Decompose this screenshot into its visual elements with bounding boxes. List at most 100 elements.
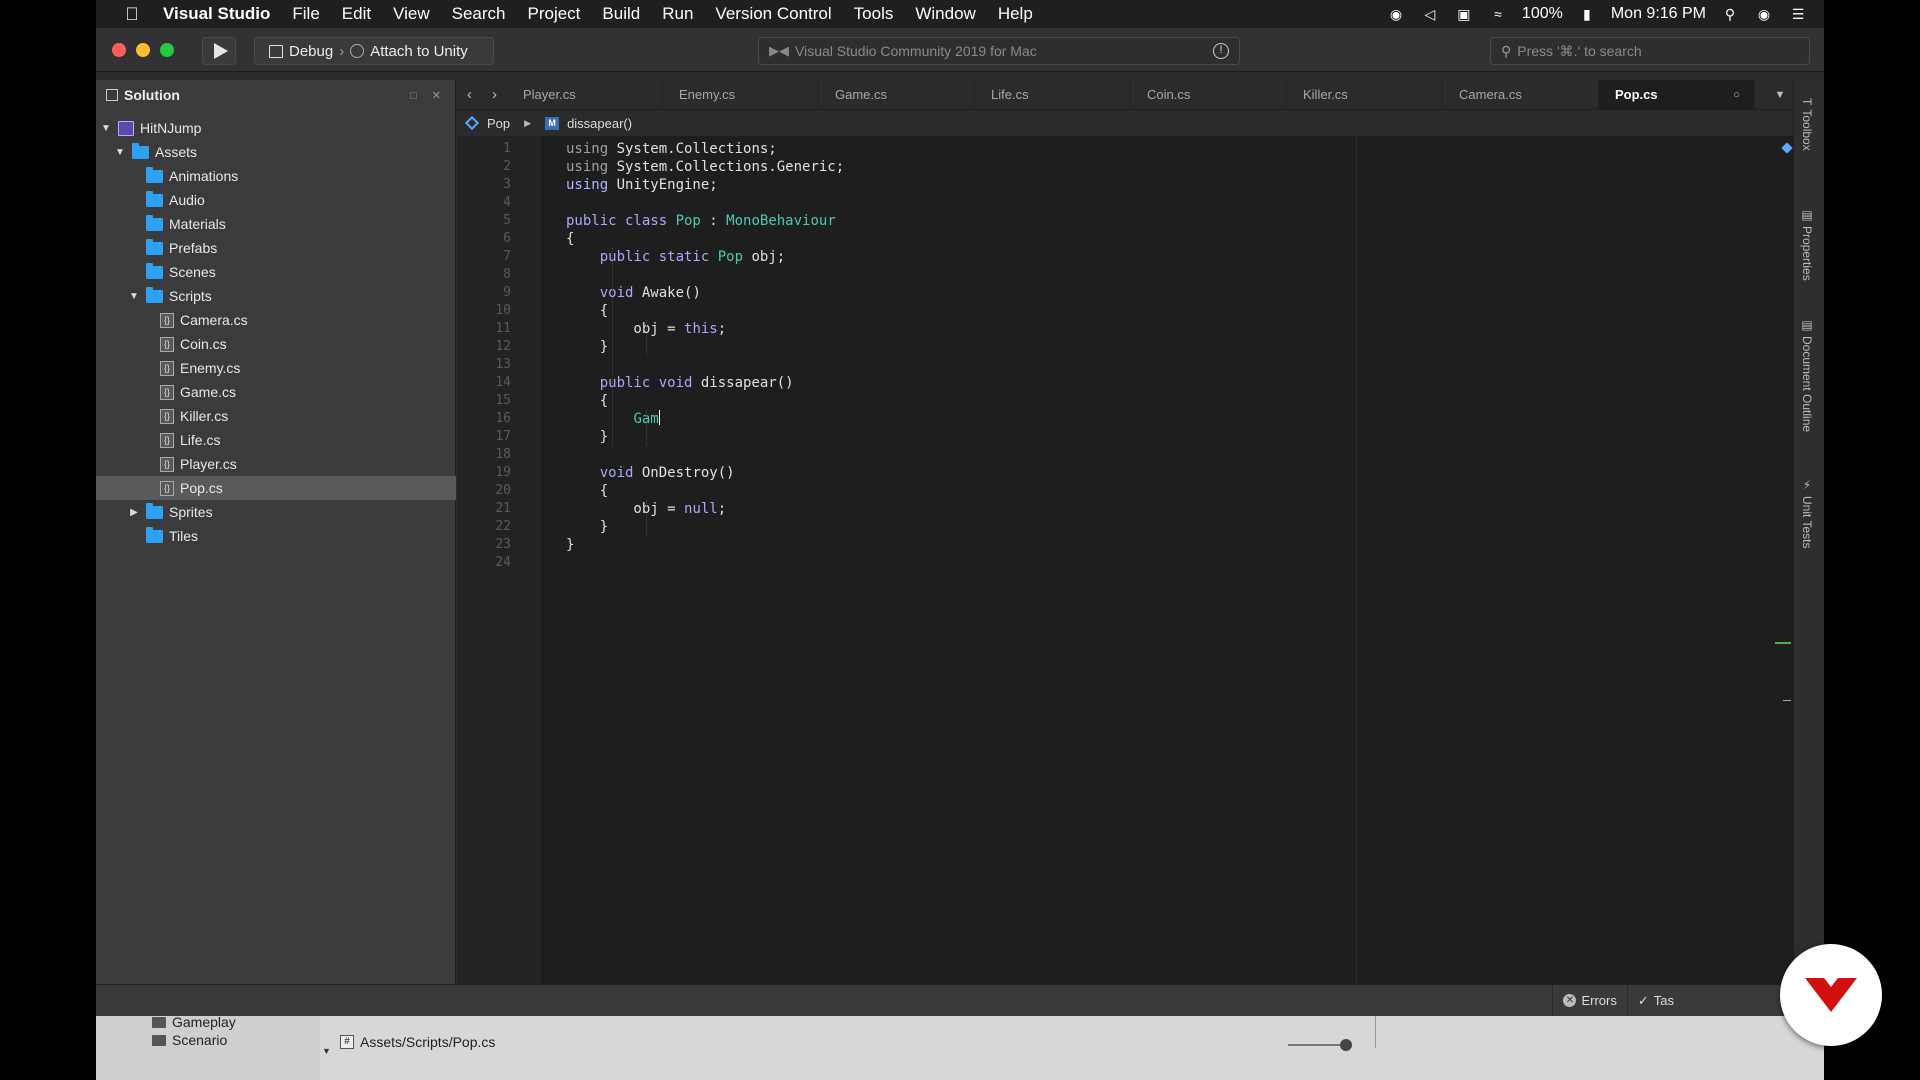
- chevron-down-icon[interactable]: ▼: [322, 1046, 331, 1056]
- apple-icon[interactable]: : [112, 4, 152, 25]
- pad-controls[interactable]: □ ✕: [410, 89, 447, 102]
- breadcrumb-member[interactable]: dissapear(): [567, 116, 632, 131]
- tree-row-assets[interactable]: ▼ Assets: [96, 140, 456, 164]
- menu-search[interactable]: Search: [441, 4, 517, 24]
- chevron-right-icon[interactable]: ›: [482, 86, 507, 103]
- document-outline-tab[interactable]: ▤ Document Outline: [1800, 318, 1814, 432]
- chevron-left-icon[interactable]: ‹: [457, 86, 482, 103]
- code-line[interactable]: {: [566, 392, 608, 410]
- expand-arrow-icon[interactable]: ▼: [100, 123, 112, 134]
- tree-row-sprites[interactable]: ▶ Sprites: [96, 500, 456, 524]
- code-line[interactable]: {: [566, 302, 608, 320]
- code-line[interactable]: void Awake(): [566, 284, 701, 302]
- tab-player-cs[interactable]: Player.cs: [507, 79, 663, 110]
- tree-row-coin-cs[interactable]: {} Coin.cs: [96, 332, 456, 356]
- tab-camera-cs[interactable]: Camera.cs: [1443, 79, 1599, 110]
- code-line[interactable]: {: [566, 230, 574, 248]
- wifi-icon[interactable]: ≈: [1488, 5, 1508, 23]
- tab-coin-cs[interactable]: Coin.cs: [1131, 79, 1287, 110]
- code-line[interactable]: public static Pop obj;: [566, 248, 785, 266]
- properties-tab[interactable]: ▤ Properties: [1800, 208, 1814, 281]
- code-line[interactable]: }: [566, 338, 608, 356]
- menu-window[interactable]: Window: [904, 4, 986, 24]
- siri-icon[interactable]: ◉: [1754, 5, 1774, 23]
- menu-edit[interactable]: Edit: [331, 4, 382, 24]
- tree-row-life-cs[interactable]: {} Life.cs: [96, 428, 456, 452]
- finder-item-scenario[interactable]: Scenario: [152, 1032, 227, 1048]
- code-line[interactable]: }: [566, 536, 574, 554]
- code-line[interactable]: using System.Collections.Generic;: [566, 158, 844, 176]
- code-line[interactable]: }: [566, 518, 608, 536]
- indent-guide: [612, 248, 613, 446]
- tree-row-player-cs[interactable]: {} Player.cs: [96, 452, 456, 476]
- toolbox-tab[interactable]: T Toolbox: [1800, 98, 1814, 151]
- code-editor[interactable]: 1 2 3 4 5 6 7 8 9 10 11 12 13 14 15 16 17 18 19 20 21 22 23 24 …: [457, 136, 1793, 984]
- tree-row-prefabs[interactable]: Prefabs: [96, 236, 456, 260]
- menu-app-name[interactable]: Visual Studio: [152, 4, 281, 24]
- finder-zoom-slider-knob[interactable]: [1340, 1039, 1352, 1051]
- tab-close-icon[interactable]: ○: [1733, 89, 1740, 101]
- run-configuration-selector[interactable]: Debug › Attach to Unity: [254, 37, 494, 65]
- menu-help[interactable]: Help: [987, 4, 1044, 24]
- clock[interactable]: Mon 9:16 PM: [1611, 5, 1706, 23]
- close-window-button[interactable]: [112, 43, 126, 57]
- zoom-window-button[interactable]: [160, 43, 174, 57]
- expand-arrow-icon[interactable]: ▼: [128, 291, 140, 302]
- notification-center-icon[interactable]: ☰: [1788, 5, 1808, 23]
- solution-pad-icon: [106, 89, 118, 101]
- code-line[interactable]: void OnDestroy(): [566, 464, 735, 482]
- tab-pop-cs[interactable]: Pop.cs ○: [1599, 79, 1755, 110]
- tree-row-killer-cs[interactable]: {} Killer.cs: [96, 404, 456, 428]
- collapse-arrow-icon[interactable]: ▶: [128, 507, 140, 518]
- tree-row-tiles[interactable]: Tiles: [96, 524, 456, 548]
- menu-project[interactable]: Project: [517, 4, 592, 24]
- status-menus: ◉ ◁ ▣ ≈ 100% ▮ Mon 9:16 PM ⚲ ◉ ☰: [1386, 5, 1824, 23]
- code-line[interactable]: using UnityEngine;: [566, 176, 718, 194]
- tab-overflow-icon[interactable]: ▼: [1767, 89, 1793, 101]
- tree-row-game-cs[interactable]: {} Game.cs: [96, 380, 456, 404]
- menu-build[interactable]: Build: [591, 4, 651, 24]
- battery-icon[interactable]: ▮: [1577, 5, 1597, 23]
- info-icon[interactable]: !: [1213, 43, 1229, 59]
- tree-row-scripts[interactable]: ▼ Scripts: [96, 284, 456, 308]
- display-icon[interactable]: ▣: [1454, 5, 1474, 23]
- unit-tests-tab[interactable]: ⚡ Unit Tests: [1800, 478, 1814, 548]
- toolbar: Debug › Attach to Unity ▶◀ Visual Studio…: [96, 28, 1824, 72]
- tab-game-cs[interactable]: Game.cs: [819, 79, 975, 110]
- finder-item-gameplay[interactable]: Gameplay: [152, 1014, 236, 1030]
- tree-row-scenes[interactable]: Scenes: [96, 260, 456, 284]
- tree-row-camera-cs[interactable]: {} Camera.cs: [96, 308, 456, 332]
- code-token: public class: [566, 213, 676, 229]
- tree-row-materials[interactable]: Materials: [96, 212, 456, 236]
- tab-killer-cs[interactable]: Killer.cs: [1287, 79, 1443, 110]
- code-line[interactable]: }: [566, 428, 608, 446]
- code-line[interactable]: public class Pop : MonoBehaviour: [566, 212, 836, 230]
- menu-view[interactable]: View: [382, 4, 441, 24]
- code-line[interactable]: public void dissapear(): [566, 374, 794, 392]
- breadcrumb-class[interactable]: Pop: [487, 116, 510, 131]
- menu-file[interactable]: File: [281, 4, 330, 24]
- tree-row-label: Camera.cs: [180, 312, 248, 328]
- tree-row-audio[interactable]: Audio: [96, 188, 456, 212]
- tab-life-cs[interactable]: Life.cs: [975, 79, 1131, 110]
- errors-pad-button[interactable]: ✕ Errors: [1552, 984, 1626, 1017]
- search-input[interactable]: ⚲ Press '⌘.' to search: [1490, 37, 1810, 65]
- vs-icon[interactable]: ◁: [1420, 5, 1440, 23]
- menu-tools[interactable]: Tools: [843, 4, 905, 24]
- run-button[interactable]: [202, 37, 236, 65]
- spotlight-icon[interactable]: ⚲: [1720, 5, 1740, 23]
- menu-version-control[interactable]: Version Control: [704, 4, 842, 24]
- tree-row-pop-cs[interactable]: {} Pop.cs: [96, 476, 456, 500]
- battery-percent[interactable]: 100%: [1522, 5, 1563, 23]
- code-line[interactable]: {: [566, 482, 608, 500]
- record-icon[interactable]: ◉: [1386, 5, 1406, 23]
- menu-run[interactable]: Run: [651, 4, 704, 24]
- code-line[interactable]: using System.Collections;: [566, 140, 777, 158]
- tree-row-animations[interactable]: Animations: [96, 164, 456, 188]
- code-token: obj =: [566, 321, 685, 337]
- tab-enemy-cs[interactable]: Enemy.cs: [663, 79, 819, 110]
- tree-row-hitnjump[interactable]: ▼ HitNJump: [96, 116, 456, 140]
- expand-arrow-icon[interactable]: ▼: [114, 147, 126, 158]
- minimize-window-button[interactable]: [136, 43, 150, 57]
- tree-row-enemy-cs[interactable]: {} Enemy.cs: [96, 356, 456, 380]
